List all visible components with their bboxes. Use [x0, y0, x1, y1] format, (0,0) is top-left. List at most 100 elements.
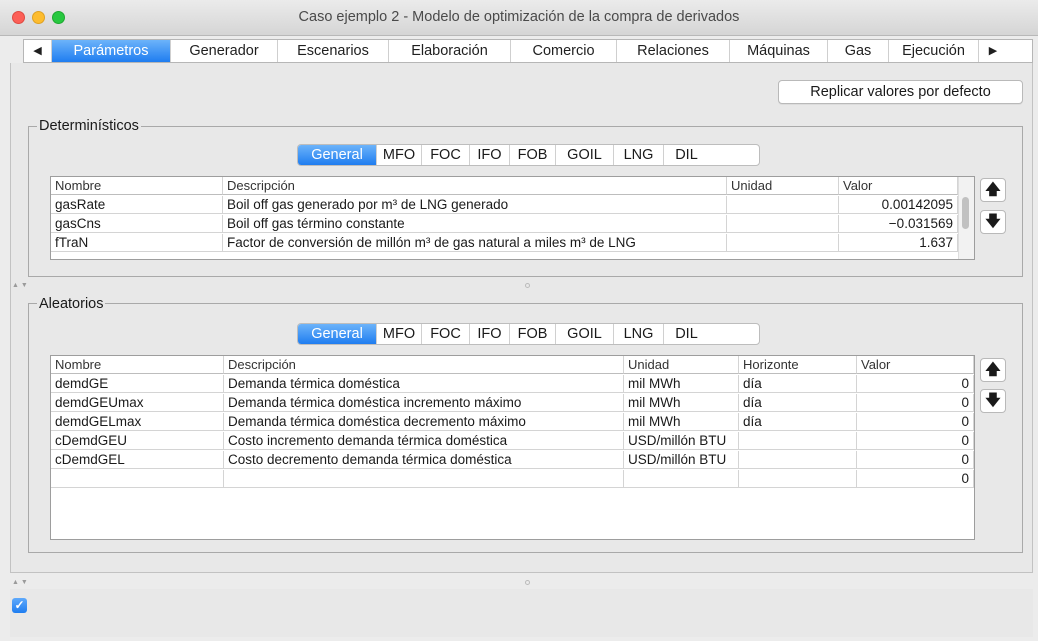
reset-defaults-button[interactable]: Replicar valores por defecto: [778, 80, 1023, 104]
table-row[interactable]: demdGELmax Demanda térmica doméstica dec…: [51, 413, 974, 431]
move-up-button[interactable]: 🡅: [980, 178, 1006, 202]
cell-valor[interactable]: 0: [857, 451, 974, 469]
tab-scroll-right-button[interactable]: ▶: [979, 40, 1007, 62]
subtab-dil[interactable]: DIL: [664, 145, 709, 165]
cell-nombre[interactable]: demdGE: [51, 375, 224, 393]
cell-nombre[interactable]: cDemdGEL: [51, 451, 224, 469]
column-header-nombre[interactable]: Nombre: [51, 177, 223, 195]
subtab-general[interactable]: General: [298, 145, 377, 165]
table-row[interactable]: 0: [51, 470, 974, 488]
tab-parametros[interactable]: Parámetros: [52, 40, 171, 62]
subtab-mfo[interactable]: MFO: [377, 145, 422, 165]
cell-descripcion[interactable]: Demanda térmica doméstica decremento máx…: [224, 413, 624, 431]
tab-elaboracion[interactable]: Elaboración: [389, 40, 511, 62]
tab-escenarios[interactable]: Escenarios: [278, 40, 389, 62]
splitter-arrows-icon[interactable]: ▲ ▼: [12, 578, 28, 588]
table-row[interactable]: cDemdGEU Costo incremento demanda térmic…: [51, 432, 974, 450]
cell-nombre[interactable]: [51, 470, 224, 488]
table-row[interactable]: cDemdGEL Costo decremento demanda térmic…: [51, 451, 974, 469]
cell-descripcion[interactable]: Demanda térmica doméstica: [224, 375, 624, 393]
cell-nombre[interactable]: gasRate: [51, 196, 223, 214]
tab-gas[interactable]: Gas: [828, 40, 889, 62]
cell-descripcion[interactable]: Boil off gas término constante: [223, 215, 727, 233]
cell-unidad[interactable]: mil MWh: [624, 394, 739, 412]
cell-valor[interactable]: 1.637: [839, 234, 958, 252]
column-header-descripcion[interactable]: Descripción: [224, 356, 624, 374]
cell-nombre[interactable]: cDemdGEU: [51, 432, 224, 450]
cell-valor[interactable]: 0: [857, 413, 974, 431]
cell-valor[interactable]: 0.00142095: [839, 196, 958, 214]
column-header-valor[interactable]: Valor: [839, 177, 958, 195]
column-header-horizonte[interactable]: Horizonte: [739, 356, 857, 374]
cell-descripcion[interactable]: Costo incremento demanda térmica domésti…: [224, 432, 624, 450]
move-down-button[interactable]: 🡇: [980, 389, 1006, 413]
cell-unidad[interactable]: mil MWh: [624, 413, 739, 431]
subtab-goil[interactable]: GOIL: [556, 145, 614, 165]
table-row[interactable]: demdGEUmax Demanda térmica doméstica inc…: [51, 394, 974, 412]
column-header-unidad[interactable]: Unidad: [727, 177, 839, 195]
scrollbar-thumb[interactable]: [962, 197, 969, 229]
cell-descripcion[interactable]: Factor de conversión de millón m³ de gas…: [223, 234, 727, 252]
cell-descripcion[interactable]: Costo decremento demanda térmica domésti…: [224, 451, 624, 469]
subtab-general[interactable]: General: [298, 324, 377, 344]
tab-scroll-left-button[interactable]: ◀: [24, 40, 52, 62]
cell-unidad[interactable]: mil MWh: [624, 375, 739, 393]
cell-descripcion[interactable]: Demanda térmica doméstica incremento máx…: [224, 394, 624, 412]
enable-checkbox[interactable]: ✓: [12, 598, 27, 613]
cell-valor[interactable]: 0: [857, 394, 974, 412]
subtab-mfo[interactable]: MFO: [377, 324, 422, 344]
table-row[interactable]: gasRate Boil off gas generado por m³ de …: [51, 196, 958, 214]
cell-nombre[interactable]: demdGEUmax: [51, 394, 224, 412]
cell-horizonte[interactable]: día: [739, 375, 857, 393]
cell-nombre[interactable]: fTraN: [51, 234, 223, 252]
subtab-ifo[interactable]: IFO: [470, 145, 510, 165]
tab-generador[interactable]: Generador: [171, 40, 278, 62]
table-row[interactable]: fTraN Factor de conversión de millón m³ …: [51, 234, 958, 252]
cell-horizonte[interactable]: día: [739, 413, 857, 431]
cell-unidad[interactable]: [727, 234, 839, 252]
deterministic-scrollbar[interactable]: [958, 177, 974, 259]
cell-horizonte[interactable]: [739, 432, 857, 450]
splitter-divider[interactable]: ▲ ▼: [0, 281, 1038, 291]
cell-unidad[interactable]: [727, 196, 839, 214]
cell-valor[interactable]: 0: [857, 432, 974, 450]
cell-nombre[interactable]: gasCns: [51, 215, 223, 233]
cell-unidad[interactable]: USD/millón BTU: [624, 432, 739, 450]
cell-valor[interactable]: −0.031569: [839, 215, 958, 233]
cell-valor[interactable]: 0: [857, 375, 974, 393]
cell-unidad[interactable]: [624, 470, 739, 488]
move-down-button[interactable]: 🡇: [980, 210, 1006, 234]
subtab-fob[interactable]: FOB: [510, 145, 556, 165]
tab-comercio[interactable]: Comercio: [511, 40, 617, 62]
table-row[interactable]: gasCns Boil off gas término constante −0…: [51, 215, 958, 233]
cell-horizonte[interactable]: [739, 451, 857, 469]
subtab-dil[interactable]: DIL: [664, 324, 709, 344]
move-up-button[interactable]: 🡅: [980, 358, 1006, 382]
cell-valor[interactable]: 0: [857, 470, 974, 488]
cell-descripcion[interactable]: [224, 470, 624, 488]
splitter-grip-icon[interactable]: [525, 283, 530, 288]
subtab-ifo[interactable]: IFO: [470, 324, 510, 344]
cell-horizonte[interactable]: día: [739, 394, 857, 412]
splitter-divider[interactable]: ▲ ▼: [0, 578, 1038, 588]
splitter-arrows-icon[interactable]: ▲ ▼: [12, 281, 28, 291]
cell-unidad[interactable]: [727, 215, 839, 233]
table-row[interactable]: demdGE Demanda térmica doméstica mil MWh…: [51, 375, 974, 393]
subtab-lng[interactable]: LNG: [614, 324, 664, 344]
subtab-goil[interactable]: GOIL: [556, 324, 614, 344]
column-header-descripcion[interactable]: Descripción: [223, 177, 727, 195]
cell-unidad[interactable]: USD/millón BTU: [624, 451, 739, 469]
subtab-foc[interactable]: FOC: [422, 324, 470, 344]
column-header-unidad[interactable]: Unidad: [624, 356, 739, 374]
tab-ejecucion[interactable]: Ejecución: [889, 40, 979, 62]
tab-maquinas[interactable]: Máquinas: [730, 40, 828, 62]
tab-relaciones[interactable]: Relaciones: [617, 40, 730, 62]
subtab-fob[interactable]: FOB: [510, 324, 556, 344]
splitter-grip-icon[interactable]: [525, 580, 530, 585]
cell-descripcion[interactable]: Boil off gas generado por m³ de LNG gene…: [223, 196, 727, 214]
cell-horizonte[interactable]: [739, 470, 857, 488]
column-header-nombre[interactable]: Nombre: [51, 356, 224, 374]
subtab-lng[interactable]: LNG: [614, 145, 664, 165]
subtab-foc[interactable]: FOC: [422, 145, 470, 165]
cell-nombre[interactable]: demdGELmax: [51, 413, 224, 431]
